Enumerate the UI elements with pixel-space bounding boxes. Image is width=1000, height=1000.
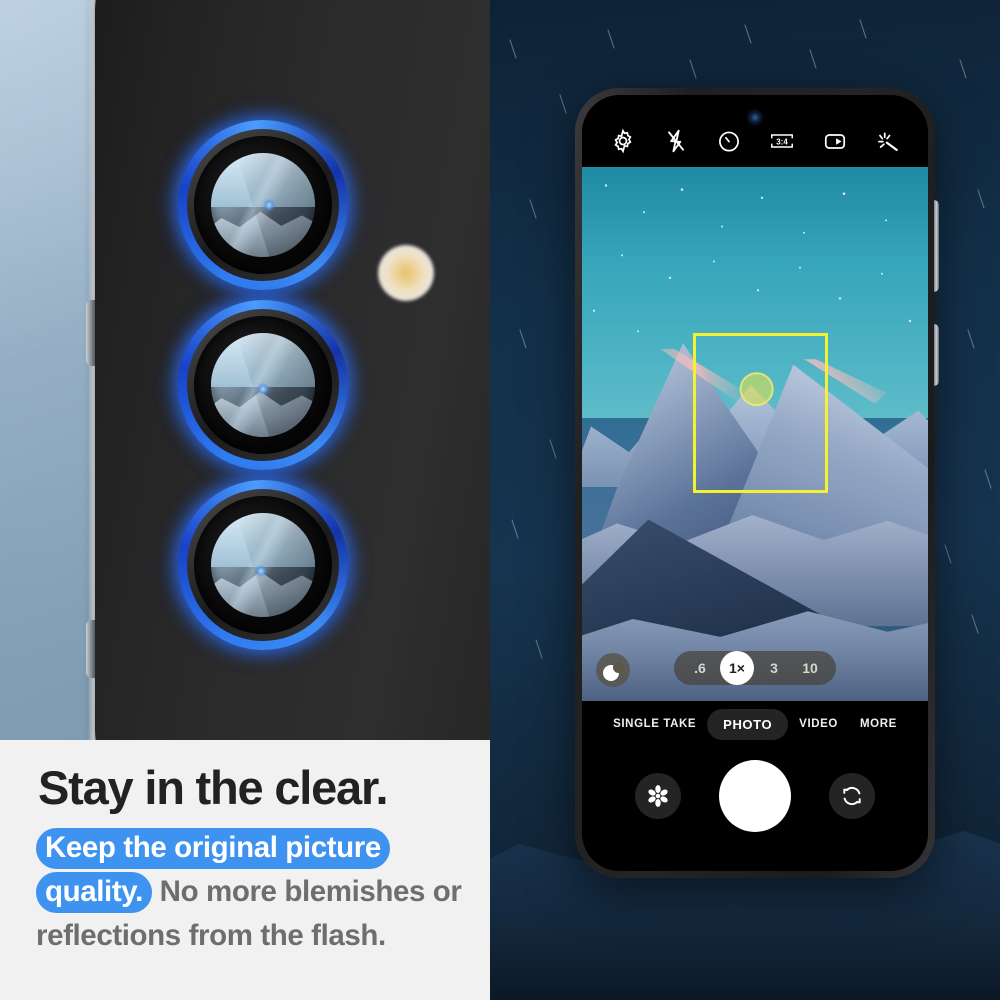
timer-icon[interactable] [716, 128, 742, 154]
camera-action-bar [582, 747, 928, 857]
phone-device: 3:4 .6 1× 3 10 SINGLE TAKE PHOTO VIDEO M… [575, 88, 939, 878]
filters-icon[interactable] [875, 128, 901, 154]
highlighted-phrase-line2: quality. [36, 872, 152, 913]
page-title: Stay in the clear. [38, 761, 389, 814]
highlighted-phrase-line1: Keep the original picture [36, 828, 390, 869]
lens-specular-3 [256, 566, 266, 576]
camera-app: 3:4 .6 1× 3 10 SINGLE TAKE PHOTO VIDEO M… [582, 95, 928, 871]
motion-photo-icon[interactable] [822, 128, 848, 154]
front-camera-punchhole-icon [749, 112, 761, 123]
promo-screenshot: Stay in the clear. Keep the original pic… [0, 0, 1000, 1000]
lens-selector-button[interactable] [596, 653, 630, 687]
lens-selector-dot-secondary [612, 661, 624, 673]
device-power-button[interactable] [934, 324, 939, 386]
aspect-ratio-icon[interactable]: 3:4 [769, 128, 795, 154]
led-flash-icon [378, 245, 434, 301]
lens-specular-2 [258, 384, 268, 394]
mode-single-take[interactable]: SINGLE TAKE [602, 711, 707, 737]
marketing-body-copy: Keep the original picture quality. No mor… [36, 826, 476, 958]
mode-more[interactable]: MORE [849, 711, 908, 737]
camera-mode-selector[interactable]: SINGLE TAKE PHOTO VIDEO MORE [582, 701, 928, 747]
zoom-option-2[interactable]: 3 [756, 656, 792, 680]
phone-screen: 3:4 .6 1× 3 10 SINGLE TAKE PHOTO VIDEO M… [582, 95, 928, 871]
zoom-option-3[interactable]: 10 [792, 656, 828, 680]
camera-lens-2 [164, 286, 362, 484]
camera-viewfinder[interactable]: .6 1× 3 10 [582, 167, 928, 701]
mode-photo[interactable]: PHOTO [707, 708, 789, 740]
flash-off-icon[interactable] [663, 128, 689, 154]
power-button [86, 620, 95, 678]
zoom-level-bar[interactable]: .6 1× 3 10 [674, 651, 836, 685]
camera-top-bar: 3:4 [582, 95, 928, 167]
zoom-option-1[interactable]: 1× [720, 651, 754, 685]
lens-reflection-streak-3 [211, 513, 315, 617]
lens-glass-3 [211, 513, 315, 617]
volume-button [86, 300, 95, 366]
zoom-option-0[interactable]: .6 [682, 656, 718, 680]
focus-frame[interactable] [692, 332, 828, 493]
camera-lens-1 [164, 106, 362, 304]
gallery-flower-icon[interactable] [635, 773, 681, 819]
device-volume-button[interactable] [934, 200, 939, 292]
lens-glass-1 [211, 153, 315, 257]
marketing-text-panel: Stay in the clear. Keep the original pic… [0, 740, 490, 1000]
focus-indicator-dot [739, 371, 774, 406]
screen-bottom-padding [582, 857, 928, 871]
shutter-button[interactable] [719, 760, 791, 832]
lens-specular-1 [264, 200, 274, 210]
camera-flip-icon[interactable] [829, 773, 875, 819]
svg-text:3:4: 3:4 [776, 137, 788, 146]
mode-video[interactable]: VIDEO [788, 711, 849, 737]
camera-lens-3 [164, 466, 362, 664]
product-closeup-panel [0, 0, 490, 740]
settings-gear-icon[interactable] [610, 128, 636, 154]
lens-reflection-streak-1 [211, 153, 315, 257]
lifestyle-panel: 3:4 .6 1× 3 10 SINGLE TAKE PHOTO VIDEO M… [490, 0, 1000, 1000]
